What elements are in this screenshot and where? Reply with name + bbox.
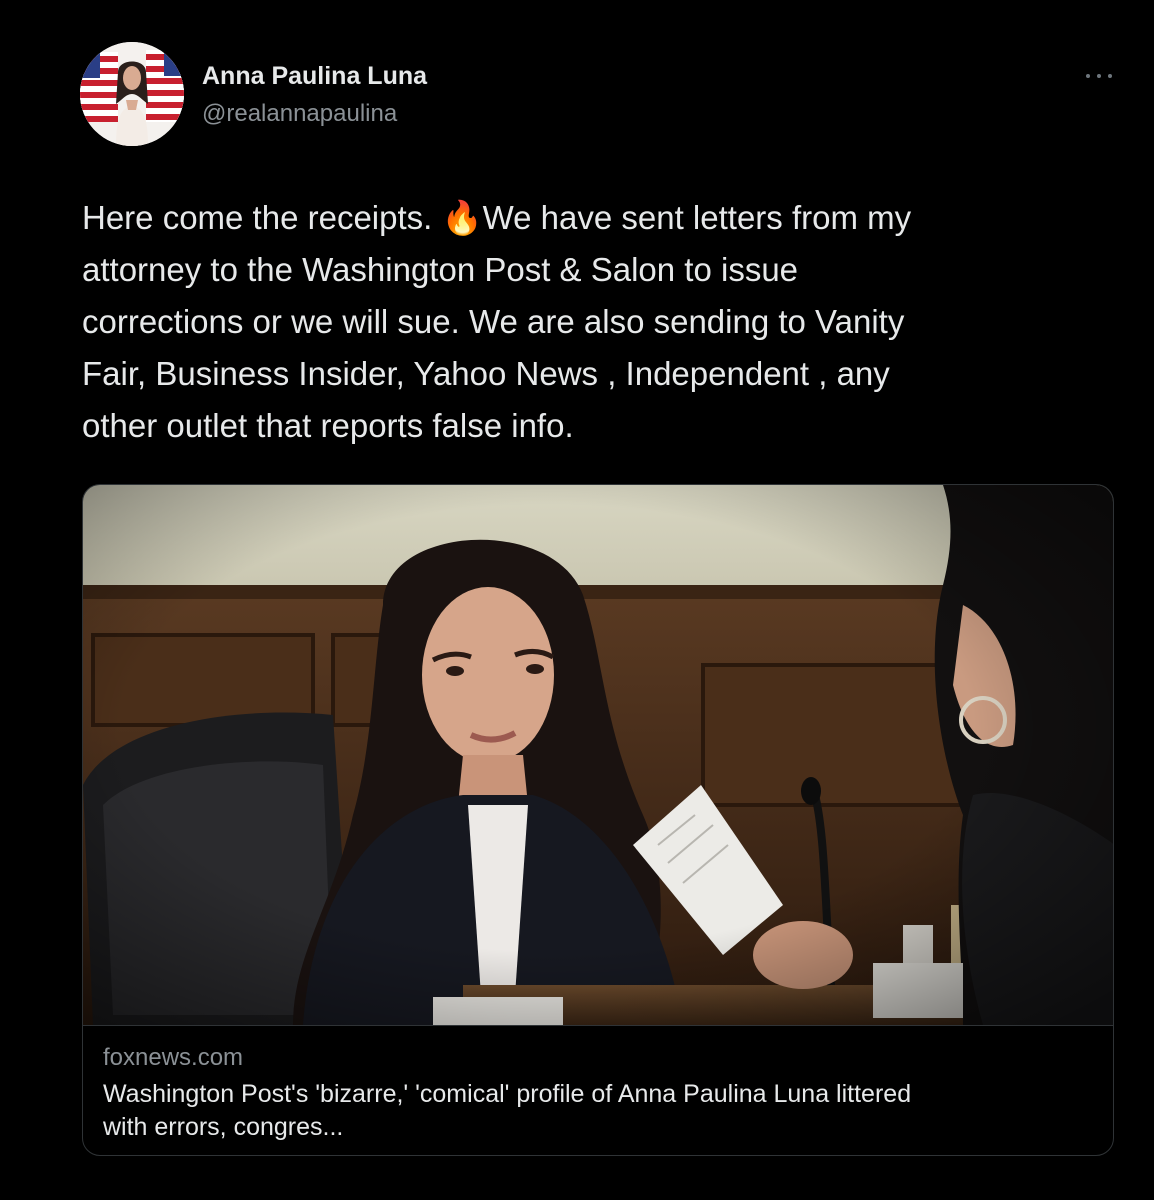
- author-handle[interactable]: @realannapaulina: [202, 100, 397, 128]
- ellipsis-icon: [1108, 74, 1112, 78]
- flag-right-icon: [146, 50, 184, 122]
- flag-left-icon: [80, 52, 118, 122]
- link-preview-card[interactable]: foxnews.com Washington Post's 'bizarre,'…: [82, 484, 1114, 1156]
- more-options-button[interactable]: [1082, 66, 1116, 86]
- ellipsis-icon: [1086, 74, 1090, 78]
- link-preview-footer: foxnews.com Washington Post's 'bizarre,'…: [83, 1025, 1113, 1155]
- ellipsis-icon: [1097, 74, 1101, 78]
- avatar[interactable]: [80, 42, 184, 146]
- link-preview-image: [83, 485, 1113, 1025]
- tweet: Anna Paulina Luna @realannapaulina Here …: [0, 0, 1154, 1200]
- avatar-photo: [80, 42, 184, 146]
- author-display-name[interactable]: Anna Paulina Luna: [202, 62, 427, 91]
- link-title: Washington Post's 'bizarre,' 'comical' p…: [103, 1080, 912, 1141]
- link-domain: foxnews.com: [103, 1044, 244, 1071]
- tweet-text: Here come the receipts. 🔥We have sent le…: [82, 199, 912, 444]
